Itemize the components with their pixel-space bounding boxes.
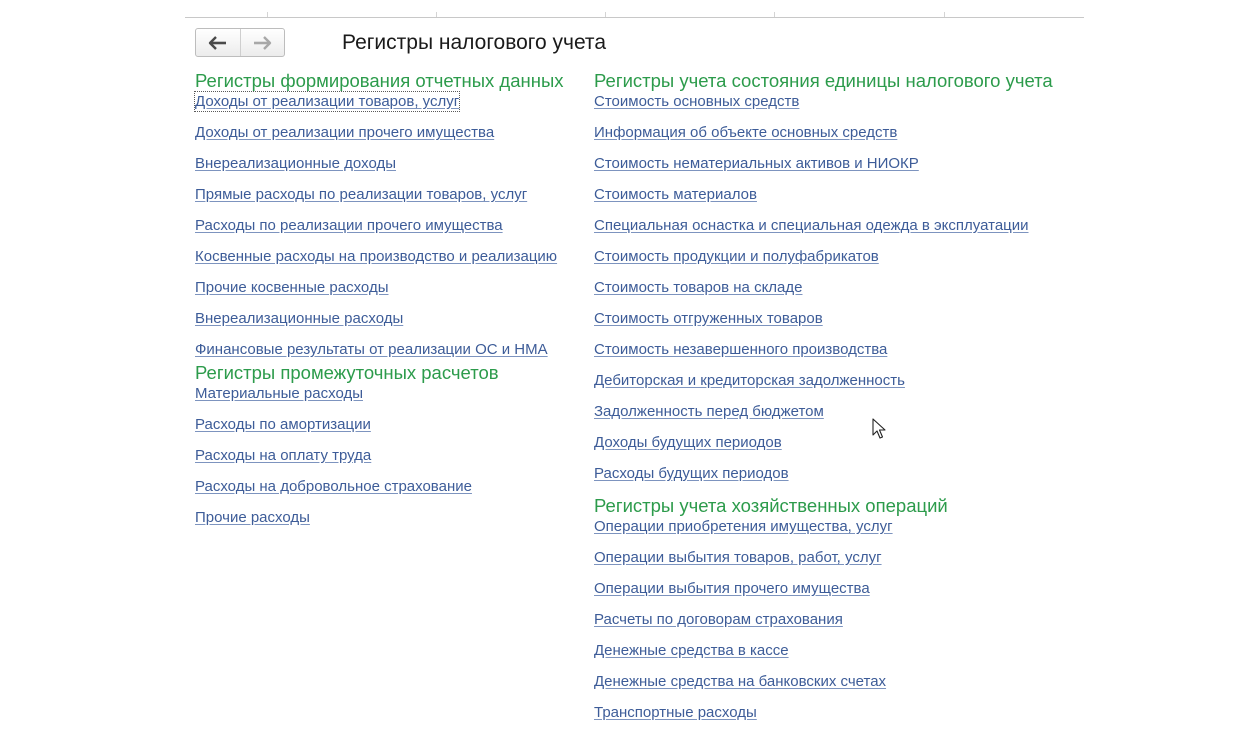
top-divider-tick: [944, 12, 945, 17]
list-item: Стоимость нематериальных активов и НИОКР: [594, 154, 1053, 185]
group-title-reporting-data: Регистры формирования отчетных данных: [195, 70, 564, 91]
register-link[interactable]: Стоимость нематериальных активов и НИОКР: [594, 154, 919, 173]
list-item: Материальные расходы: [195, 384, 564, 415]
top-divider-tick: [436, 12, 437, 17]
list-item: Операции приобретения имущества, услуг: [594, 517, 1053, 548]
back-button[interactable]: [196, 29, 240, 56]
list-item: Стоимость незавершенного производства: [594, 340, 1053, 371]
right-column: Регистры учета состояния единицы налогов…: [594, 70, 1053, 725]
register-link[interactable]: Операции приобретения имущества, услуг: [594, 517, 893, 536]
list-item: Стоимость отгруженных товаров: [594, 309, 1053, 340]
navigation-buttons: [195, 28, 285, 57]
list-item: Денежные средства в кассе: [594, 641, 1053, 672]
list-item: Транспортные расходы: [594, 703, 1053, 725]
list-item: Дебиторская и кредиторская задолженность: [594, 371, 1053, 402]
list-item: Расходы на оплату труда: [195, 446, 564, 477]
list-item: Стоимость продукции и полуфабрикатов: [594, 247, 1053, 278]
register-link[interactable]: Стоимость материалов: [594, 185, 757, 204]
list-item: Задолженность перед бюджетом: [594, 402, 1053, 433]
register-link[interactable]: Операции выбытия прочего имущества: [594, 579, 870, 598]
top-divider: [185, 17, 1084, 18]
list-item: Информация об объекте основных средств: [594, 123, 1053, 154]
register-link[interactable]: Внереализационные расходы: [195, 309, 403, 328]
arrow-right-icon: [254, 35, 272, 50]
register-link[interactable]: Задолженность перед бюджетом: [594, 402, 824, 421]
list-item: Внереализационные доходы: [195, 154, 564, 185]
top-divider-tick: [605, 12, 606, 17]
register-link[interactable]: Специальная оснастка и специальная одежд…: [594, 216, 1029, 235]
list-item: Расходы по реализации прочего имущества: [195, 216, 564, 247]
list-item: Расходы по амортизации: [195, 415, 564, 446]
page-title: Регистры налогового учета: [342, 31, 606, 54]
arrow-left-icon: [208, 35, 226, 50]
list-item: Стоимость основных средств: [594, 92, 1053, 123]
list-item: Стоимость товаров на складе: [594, 278, 1053, 309]
list-item: Расходы на добровольное страхование: [195, 477, 564, 508]
register-link[interactable]: Внереализационные доходы: [195, 154, 396, 173]
group-title-intermediate-calculations: Регистры промежуточных расчетов: [195, 362, 499, 383]
list-item: Расходы будущих периодов: [594, 464, 1053, 486]
left-column: Регистры формирования отчетных данных До…: [193, 70, 564, 539]
register-link[interactable]: Расчеты по договорам страхования: [594, 610, 843, 629]
register-link[interactable]: Прочие косвенные расходы: [195, 278, 388, 297]
top-divider-tick: [774, 12, 775, 17]
list-item: Доходы от реализации товаров, услуг: [193, 91, 564, 123]
register-link[interactable]: Расходы будущих периодов: [594, 464, 789, 483]
list-item: Прочие косвенные расходы: [195, 278, 564, 309]
register-link[interactable]: Расходы по реализации прочего имущества: [195, 216, 503, 235]
register-link[interactable]: Денежные средства в кассе: [594, 641, 789, 660]
list-item: Расчеты по договорам страхования: [594, 610, 1053, 641]
register-link[interactable]: Доходы будущих периодов: [594, 433, 782, 452]
list-item: Стоимость материалов: [594, 185, 1053, 216]
register-link[interactable]: Денежные средства на банковских счетах: [594, 672, 886, 691]
register-link[interactable]: Стоимость отгруженных товаров: [594, 309, 823, 328]
list-item: Доходы от реализации прочего имущества: [195, 123, 564, 154]
list-item: Прямые расходы по реализации товаров, ус…: [195, 185, 564, 216]
register-link[interactable]: Прямые расходы по реализации товаров, ус…: [195, 185, 527, 204]
register-link[interactable]: Дебиторская и кредиторская задолженность: [594, 371, 905, 390]
register-link[interactable]: Информация об объекте основных средств: [594, 123, 897, 142]
mouse-pointer-icon: [872, 418, 886, 439]
list-item: Финансовые результаты от реализации ОС и…: [195, 340, 564, 362]
register-link[interactable]: Прочие расходы: [195, 508, 310, 527]
register-link[interactable]: Стоимость продукции и полуфабрикатов: [594, 247, 879, 266]
register-link[interactable]: Стоимость товаров на складе: [594, 278, 802, 297]
register-link[interactable]: Материальные расходы: [195, 384, 363, 403]
list-item: Специальная оснастка и специальная одежд…: [594, 216, 1053, 247]
list-item: Денежные средства на банковских счетах: [594, 672, 1053, 703]
register-link[interactable]: Косвенные расходы на производство и реал…: [195, 247, 557, 266]
group-title-business-operations: Регистры учета хозяйственных операций: [594, 495, 948, 516]
register-link[interactable]: Доходы от реализации прочего имущества: [195, 123, 494, 142]
list-item: Прочие расходы: [195, 508, 564, 539]
list-item: Внереализационные расходы: [195, 309, 564, 340]
register-link[interactable]: Расходы по амортизации: [195, 415, 371, 434]
list-item: Операции выбытия товаров, работ, услуг: [594, 548, 1053, 579]
group-title-unit-state: Регистры учета состояния единицы налогов…: [594, 70, 1053, 91]
list-item: Операции выбытия прочего имущества: [594, 579, 1053, 610]
register-link[interactable]: Стоимость незавершенного производства: [594, 340, 887, 359]
list-item: Косвенные расходы на производство и реал…: [195, 247, 564, 278]
list-item: Доходы будущих периодов: [594, 433, 1053, 464]
register-link[interactable]: Расходы на добровольное страхование: [195, 477, 472, 496]
register-link[interactable]: Операции выбытия товаров, работ, услуг: [594, 548, 882, 567]
forward-button[interactable]: [239, 29, 285, 56]
register-link[interactable]: Доходы от реализации товаров, услуг: [193, 91, 461, 112]
register-link[interactable]: Финансовые результаты от реализации ОС и…: [195, 340, 548, 359]
register-link[interactable]: Расходы на оплату труда: [195, 446, 371, 465]
register-link[interactable]: Транспортные расходы: [594, 703, 757, 722]
register-link[interactable]: Стоимость основных средств: [594, 92, 799, 111]
top-divider-tick: [267, 12, 268, 17]
